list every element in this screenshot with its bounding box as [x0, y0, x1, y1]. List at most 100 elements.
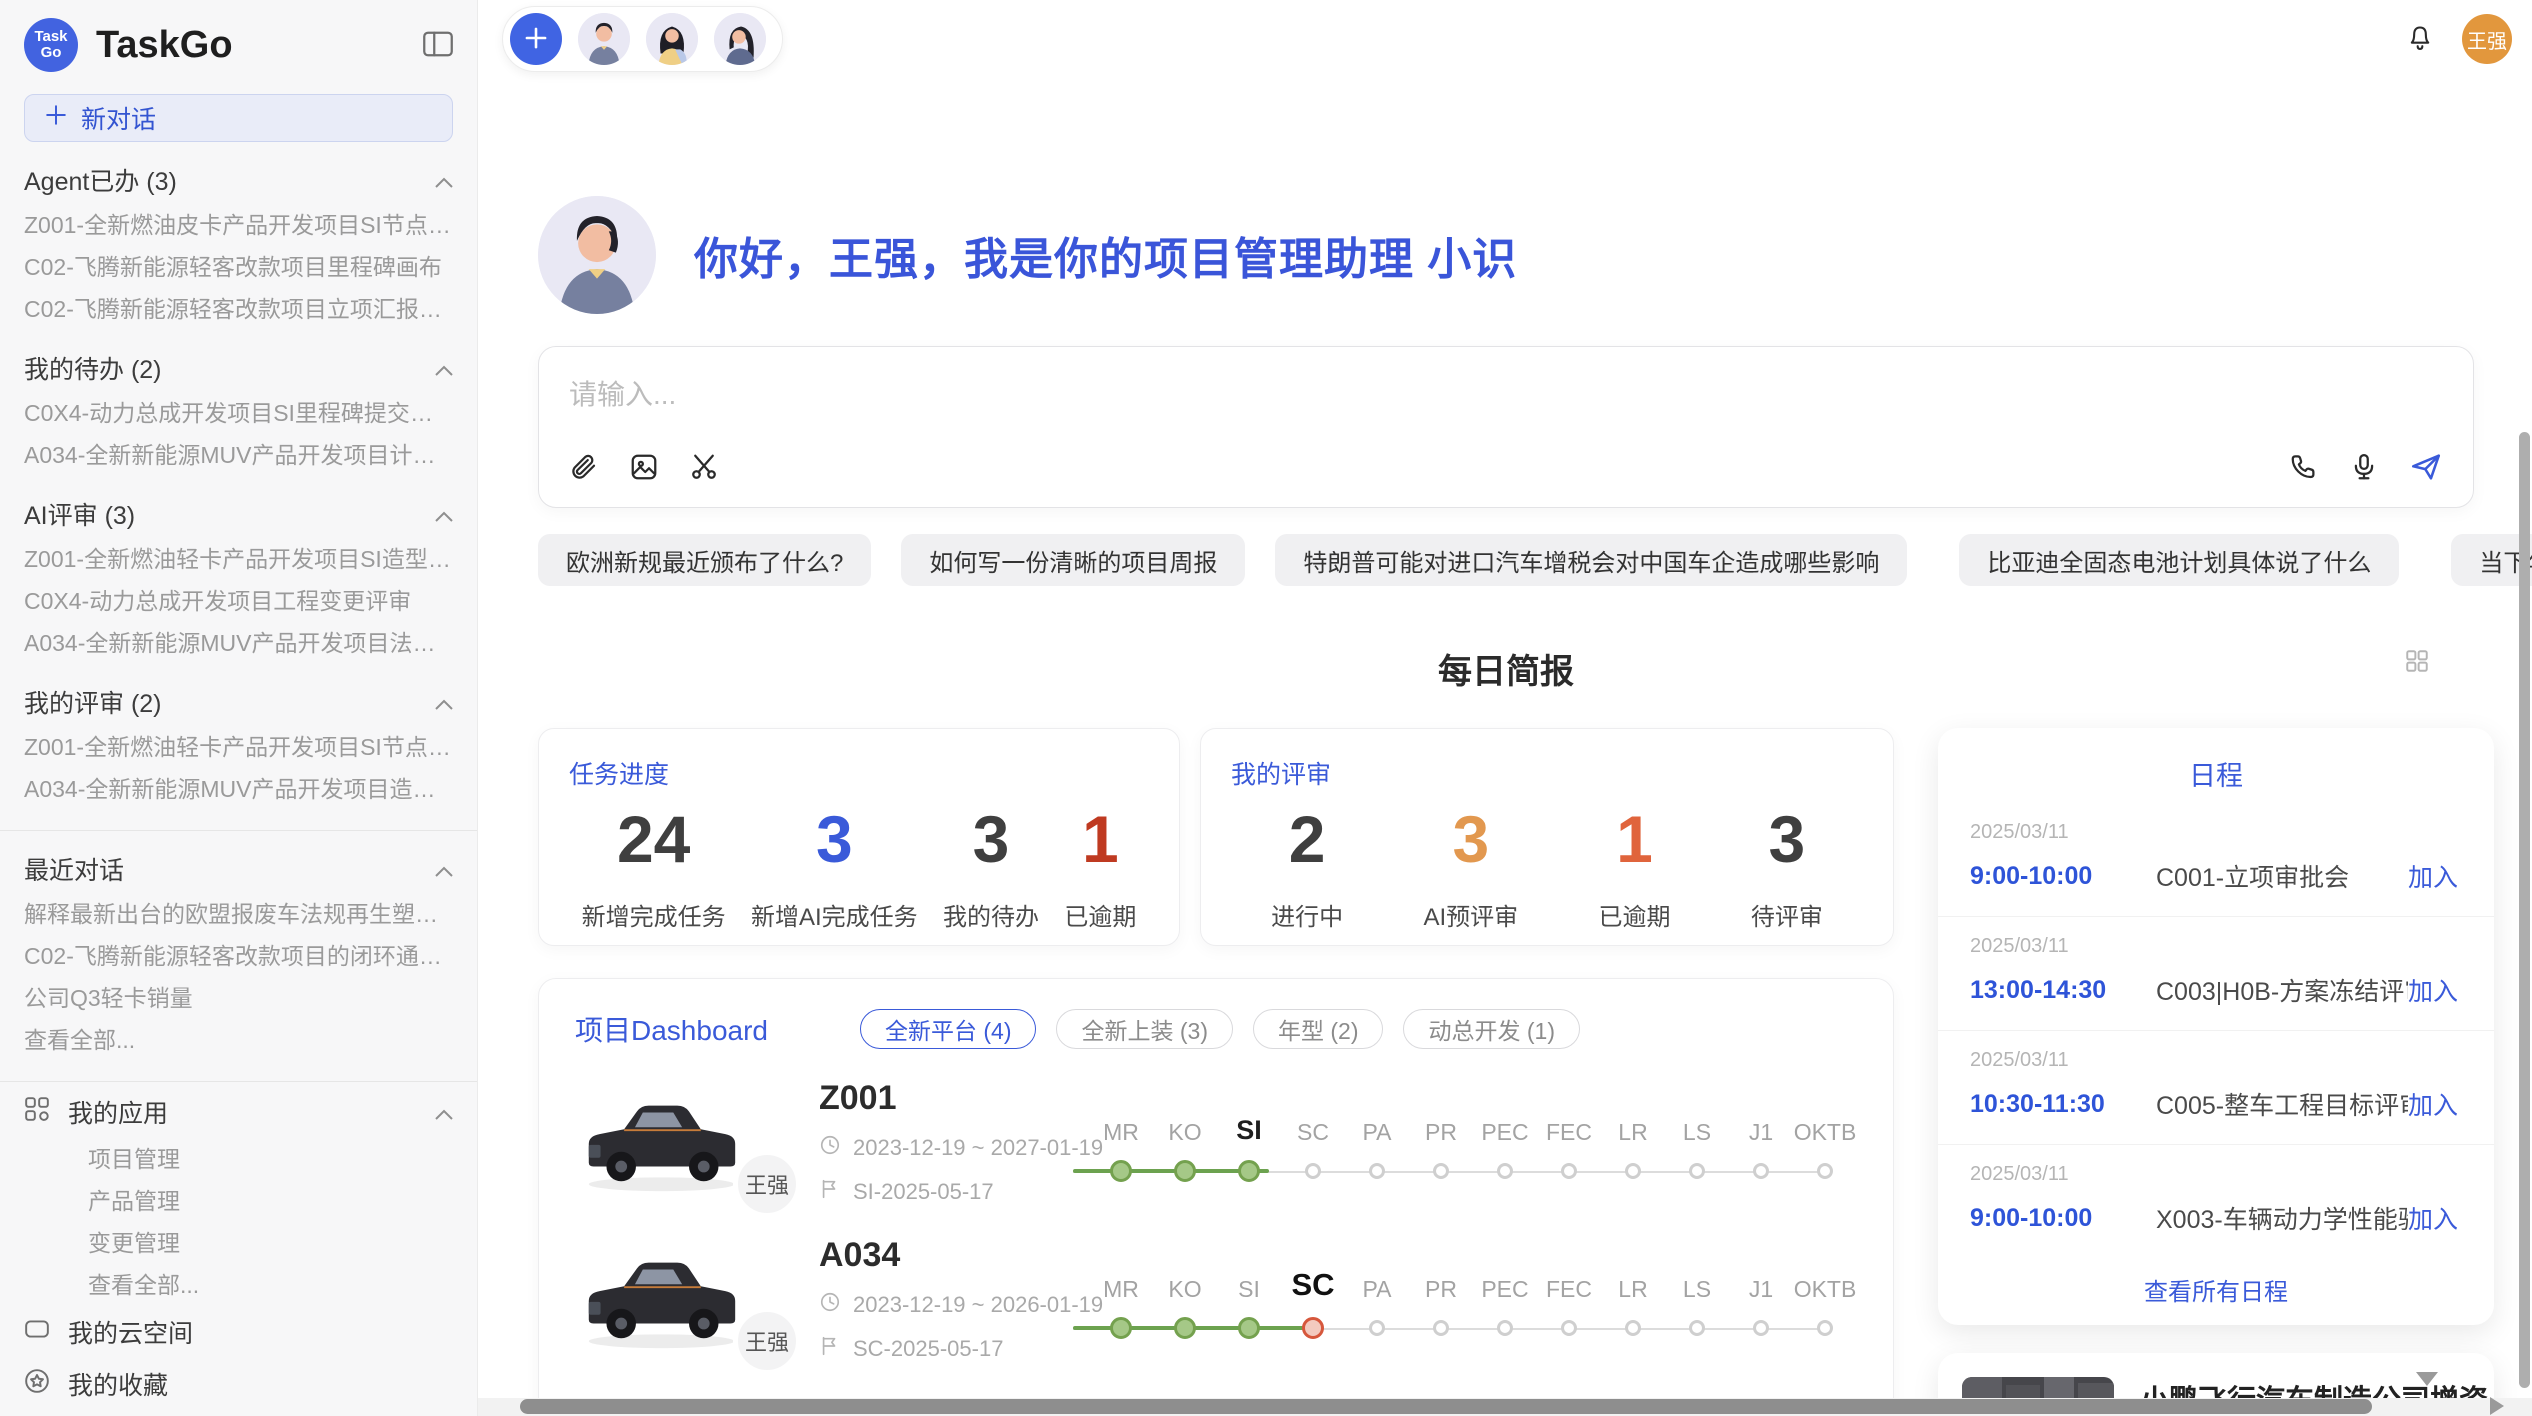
sidebar-item[interactable]: C0X4-动力总成开发项目工程变更评审	[24, 580, 453, 622]
schedule-time: 10:30-11:30	[1970, 1090, 2156, 1119]
project-row-a034[interactable]: 王强 A034 2023-12-19 ~ 2026-01-19	[575, 1236, 1857, 1363]
notifications-button[interactable]	[2406, 24, 2434, 55]
sidebar: Task Go TaskGo 新对话 Agent已办 (3) Z001-全新燃油…	[0, 0, 478, 1416]
sidebar-item-project-mgmt[interactable]: 项目管理	[24, 1138, 453, 1180]
sidebar-collapse-button[interactable]	[423, 31, 453, 60]
sidebar-item[interactable]: Z001-全新燃油皮卡产品开发项目SI节点Lesson Learn报告	[24, 204, 453, 246]
bell-icon	[2406, 24, 2434, 55]
clock-icon	[819, 1291, 841, 1319]
stat-label: AI预评审	[1423, 897, 1518, 932]
sidebar-section-ai-review[interactable]: AI评审 (3)	[24, 490, 453, 538]
milestone-si: SI	[1217, 1261, 1281, 1339]
section-title: 最近对话	[24, 851, 124, 887]
task-progress-card: 任务进度 24 新增完成任务 3 新增AI完成任务	[538, 728, 1180, 946]
send-button[interactable]	[2409, 450, 2443, 487]
stat-label: 新增AI完成任务	[751, 897, 918, 932]
sidebar-item-favorites[interactable]: 我的收藏	[24, 1358, 453, 1410]
project-owner-badge: 王强	[733, 1150, 801, 1218]
project-row-z001[interactable]: 王强 Z001 2023-12-19 ~ 2027-01-19	[575, 1079, 1857, 1206]
chevron-up-icon	[435, 500, 453, 529]
divider	[0, 830, 477, 831]
scroll-right-arrow[interactable]	[2490, 1397, 2504, 1415]
suggestion-chip[interactable]: 欧洲新规最近颁布了什么?	[538, 534, 871, 586]
sidebar-item[interactable]: Z001-全新燃油轻卡产品开发项目SI造型提交物评审	[24, 538, 453, 580]
stat-ai-pre-review: 3 AI预评审	[1423, 797, 1518, 932]
filter-chip-new-platform[interactable]: 全新平台 (4)	[860, 1009, 1037, 1049]
sidebar-item-my-apps[interactable]: 我的应用	[24, 1086, 453, 1138]
new-chat-button[interactable]: 新对话	[24, 94, 453, 142]
scroll-down-arrow[interactable]	[2416, 1372, 2438, 1386]
sidebar-item[interactable]: C02-飞腾新能源轻客改款项目立项汇报方案	[24, 288, 453, 330]
view-all-schedule-link[interactable]: 查看所有日程	[1938, 1272, 2494, 1307]
user-avatar[interactable]: 王强	[2462, 14, 2512, 64]
agent-avatar-group	[502, 6, 783, 72]
sidebar-section-recent-chats[interactable]: 最近对话	[24, 845, 453, 893]
vertical-scrollbar[interactable]	[2519, 432, 2530, 1388]
agent-avatar-2[interactable]	[646, 13, 698, 65]
stat-overdue-reviews: 1 已逾期	[1599, 797, 1671, 932]
voice-call-button[interactable]	[2289, 452, 2319, 485]
logo-text-bottom: Go	[41, 45, 62, 61]
suggestion-chip[interactable]: 特朗普可能对进口汽车增税会对中国车企造成哪些影响	[1275, 534, 1907, 586]
chevron-up-icon	[435, 1098, 453, 1127]
filter-chip-model-year[interactable]: 年型 (2)	[1253, 1009, 1384, 1049]
filter-chip-powertrain[interactable]: 动总开发 (1)	[1403, 1009, 1580, 1049]
suggestion-chip[interactable]: 比亚迪全固态电池计划具体说了什么	[1959, 534, 2399, 586]
sidebar-section-my-review[interactable]: 我的评审 (2)	[24, 678, 453, 726]
project-dashboard-card: 项目Dashboard 全新平台 (4) 全新上装 (3) 年型 (2) 动总开…	[538, 978, 1894, 1416]
schedule-name: C001-立项审批会	[2156, 858, 2408, 894]
sidebar-item-product-mgmt[interactable]: 产品管理	[24, 1180, 453, 1222]
sidebar-item[interactable]: A034-全新新能源MUV产品开发项目造型可行性评审	[24, 768, 453, 810]
composer-right-tools	[2289, 450, 2443, 487]
sidebar-item-view-all-apps[interactable]: 查看全部...	[24, 1264, 453, 1306]
sidebar-item[interactable]: A034-全新新能源MUV产品开发项目计划变更表编写	[24, 434, 453, 476]
milestone-lr: LR	[1601, 1261, 1665, 1339]
sidebar-item-cloud-space[interactable]: 我的云空间	[24, 1306, 453, 1358]
greeting-section: 你好，王强，我是你的项目管理助理 小识	[538, 196, 2474, 314]
sidebar-item[interactable]: 公司Q3轻卡销量	[24, 977, 453, 1019]
sidebar-item[interactable]: 解释最新出台的欧盟报废车法规再生塑料比例被调至15%...	[24, 893, 453, 935]
voice-input-button[interactable]	[2349, 452, 2379, 485]
insert-image-button[interactable]	[629, 452, 659, 485]
filter-chip-new-body[interactable]: 全新上装 (3)	[1056, 1009, 1233, 1049]
milestone-dot	[1433, 1163, 1449, 1179]
agent-avatar-3[interactable]	[714, 13, 766, 65]
sidebar-item[interactable]: C02-飞腾新能源轻客改款项目的闭环通告反馈情况	[24, 935, 453, 977]
schedule-title: 日程	[1938, 754, 2494, 793]
stat-value: 1	[1616, 797, 1653, 881]
join-meeting-link[interactable]: 加入	[2408, 858, 2458, 894]
horizontal-scrollbar-track[interactable]	[478, 1398, 2532, 1416]
sidebar-section-my-todo[interactable]: 我的待办 (2)	[24, 344, 453, 392]
attach-file-button[interactable]	[569, 452, 599, 485]
dashboard-header: 项目Dashboard 全新平台 (4) 全新上装 (3) 年型 (2) 动总开…	[575, 1009, 1857, 1049]
image-icon	[629, 452, 659, 485]
stat-pending-review: 3 待评审	[1751, 797, 1823, 932]
join-meeting-link[interactable]: 加入	[2408, 1200, 2458, 1236]
sidebar-item[interactable]: A034-全新新能源MUV产品开发项目法规符合性评审	[24, 622, 453, 664]
sidebar-item[interactable]: Z001-全新燃油轻卡产品开发项目SI节点属性5D文件评审	[24, 726, 453, 768]
join-meeting-link[interactable]: 加入	[2408, 1086, 2458, 1122]
sidebar-item-view-all[interactable]: 查看全部...	[24, 1019, 453, 1061]
project-milestone-date: SI-2025-05-17	[853, 1179, 994, 1205]
message-composer[interactable]: 请输入...	[538, 346, 2474, 508]
join-meeting-link[interactable]: 加入	[2408, 972, 2458, 1008]
milestone-dot	[1561, 1163, 1577, 1179]
app-title: TaskGo	[96, 24, 423, 67]
plus-icon	[523, 25, 549, 54]
suggestion-chip[interactable]: 如何写一份清晰的项目周报	[901, 534, 1245, 586]
project-car-image: 王强	[575, 1241, 747, 1359]
sidebar-section-agent-done[interactable]: Agent已办 (3)	[24, 156, 453, 204]
project-flag: SC-2025-05-17	[819, 1335, 1071, 1363]
phone-icon	[2289, 452, 2319, 485]
screenshot-button[interactable]	[689, 452, 719, 485]
sidebar-item-change-mgmt[interactable]: 变更管理	[24, 1222, 453, 1264]
section-title: Agent已办 (3)	[24, 162, 177, 198]
briefing-layout-button[interactable]	[2404, 648, 2430, 677]
sidebar-item[interactable]: C02-飞腾新能源轻客改款项目里程碑画布	[24, 246, 453, 288]
agent-avatar-1[interactable]	[578, 13, 630, 65]
owner-name: 王强	[745, 1325, 789, 1357]
sidebar-item[interactable]: C0X4-动力总成开发项目SI里程碑提交物检查	[24, 392, 453, 434]
add-agent-button[interactable]	[510, 13, 562, 65]
user-avatar-label: 王强	[2467, 25, 2507, 54]
horizontal-scrollbar-thumb[interactable]	[520, 1399, 2372, 1414]
